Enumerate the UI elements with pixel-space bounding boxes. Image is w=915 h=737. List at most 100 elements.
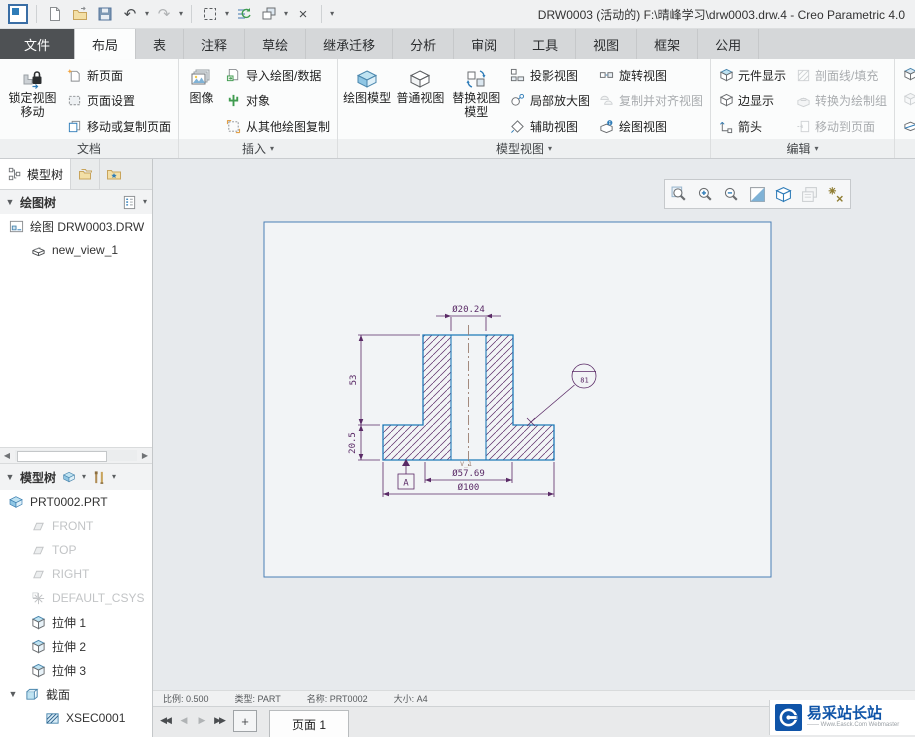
tree-item-xsec0001[interactable]: XSEC0001 — [0, 706, 152, 730]
tab-layout[interactable]: 布局 — [75, 29, 137, 59]
regenerate-button[interactable] — [234, 4, 254, 24]
tab-favorites[interactable] — [100, 159, 128, 189]
tab-tools[interactable]: 工具 — [515, 29, 577, 59]
svg-text:81: 81 — [580, 377, 588, 385]
tab-model-tree[interactable]: 模型树 — [0, 159, 72, 189]
tree-item-top-plane[interactable]: TOP — [0, 538, 152, 562]
collapse-icon[interactable]: ▼ — [8, 689, 18, 699]
previous-page-button[interactable]: ◀ — [175, 710, 191, 730]
group-label-insert[interactable]: 插入 ▾ — [179, 139, 337, 158]
lock-view-move-button[interactable]: 锁定视图 移动 — [4, 62, 61, 139]
drawing-tree-hscrollbar[interactable]: ◀ ▶ — [0, 447, 152, 464]
close-window-button[interactable]: × — [293, 4, 313, 24]
work-area: Ø20.24 53 20.5 A Ø57.69 Ø100 81 V_1 比例: … — [153, 159, 915, 737]
redo-dropdown-icon[interactable]: ▾ — [179, 10, 183, 18]
auxiliary-view-button[interactable]: 辅助视图 — [507, 114, 593, 138]
partial-button-1[interactable] — [899, 62, 915, 86]
hatch-fill-button: 剖面线/填充 — [792, 63, 890, 87]
scroll-left-icon[interactable]: ◀ — [0, 451, 14, 460]
drawing-view-icon — [599, 118, 615, 134]
cube-icon — [902, 91, 915, 107]
tree-item-part[interactable]: PRT0002.PRT — [0, 490, 152, 514]
tree-item-extrude-1[interactable]: 拉伸 1 — [0, 610, 152, 634]
tab-legacy-migration[interactable]: 继承迁移 — [306, 29, 394, 59]
tree-settings-icon[interactable] — [122, 194, 138, 210]
revolve-view-icon — [599, 67, 615, 83]
tab-review[interactable]: 审阅 — [454, 29, 516, 59]
section-icon — [24, 686, 40, 702]
tab-frame[interactable]: 框架 — [637, 29, 699, 59]
tree-item-right-plane[interactable]: RIGHT — [0, 562, 152, 586]
tree-item-drawing-root[interactable]: 绘图 DRW0003.DRW — [0, 214, 152, 238]
collapse-icon[interactable]: ▼ — [5, 472, 15, 482]
import-drawing-icon — [226, 67, 242, 83]
replace-view-model-button[interactable]: 替换视图 模型 — [449, 62, 504, 139]
collapse-icon[interactable]: ▼ — [5, 197, 15, 207]
partial-button-3[interactable] — [899, 112, 915, 136]
status-scale: 比例: 0.500 — [163, 694, 209, 704]
save-button[interactable] — [95, 4, 115, 24]
scroll-right-icon[interactable]: ▶ — [138, 451, 152, 460]
revolve-view-button[interactable]: 旋转视图 — [596, 63, 706, 87]
tab-analysis[interactable]: 分析 — [393, 29, 455, 59]
group-label-model-views[interactable]: 模型视图 ▾ — [338, 139, 710, 158]
drawing-view-button[interactable]: 绘图视图 — [596, 114, 706, 138]
move-or-copy-page-button[interactable]: 移动或复制页面 — [64, 114, 174, 138]
tree-tools-dropdown-icon[interactable]: ▾ — [112, 473, 116, 481]
edge-display-button[interactable]: 边显示 — [715, 89, 789, 113]
drawing-sheet-icon — [8, 218, 24, 234]
arrows-button[interactable]: 箭头 — [715, 114, 789, 138]
page-setup-button[interactable]: 页面设置 — [64, 89, 174, 113]
component-display-icon — [718, 67, 734, 83]
undo-dropdown-icon[interactable]: ▾ — [145, 10, 149, 18]
redo-button[interactable]: ↷ — [154, 4, 174, 24]
import-drawing-data-button[interactable]: 导入绘图/数据 — [223, 63, 333, 87]
component-display-button[interactable]: 元件显示 — [715, 63, 789, 87]
window-cascade-button[interactable] — [259, 4, 279, 24]
tab-view[interactable]: 视图 — [576, 29, 638, 59]
last-page-button[interactable]: ▶▶ — [211, 710, 227, 730]
open-file-button[interactable] — [70, 4, 90, 24]
graphics-canvas[interactable]: Ø20.24 53 20.5 A Ø57.69 Ø100 81 V_1 — [153, 159, 915, 690]
general-view-button[interactable]: 普通视图 — [395, 62, 445, 139]
object-button[interactable]: 对象 — [223, 89, 333, 113]
tree-item-new-view-1[interactable]: new_view_1 — [0, 238, 152, 262]
tree-item-extrude-2[interactable]: 拉伸 2 — [0, 634, 152, 658]
selection-filter-button[interactable] — [200, 4, 220, 24]
part-filter-dropdown-icon[interactable]: ▾ — [82, 473, 86, 481]
tree-item-extrude-3[interactable]: 拉伸 3 — [0, 658, 152, 682]
tab-common[interactable]: 公用 — [698, 29, 760, 59]
tab-sketch[interactable]: 草绘 — [245, 29, 307, 59]
tree-item-front-plane[interactable]: FRONT — [0, 514, 152, 538]
image-button[interactable]: 图像 — [183, 62, 220, 139]
page-tab-1[interactable]: 页面 1 — [269, 710, 350, 737]
drawing-sheet[interactable]: Ø20.24 53 20.5 A Ø57.69 Ø100 81 V_1 — [153, 159, 915, 690]
customize-toolbar-icon[interactable]: ▾ — [330, 10, 334, 18]
copy-from-other-drawing-button[interactable]: 从其他绘图复制 — [223, 114, 333, 138]
tree-settings-dropdown-icon[interactable]: ▾ — [143, 198, 147, 206]
window-dropdown-icon[interactable]: ▾ — [284, 10, 288, 18]
view-label[interactable]: V_1 — [460, 460, 472, 468]
projection-view-button[interactable]: 投影视图 — [507, 63, 593, 87]
add-page-button[interactable]: + — [233, 710, 257, 732]
group-label-edit[interactable]: 编辑 ▾ — [711, 139, 895, 158]
next-page-button[interactable]: ▶ — [193, 710, 209, 730]
watermark-logo-icon — [775, 704, 802, 731]
tab-table[interactable]: 表 — [136, 29, 185, 59]
tree-item-section[interactable]: ▼ 截面 — [0, 682, 152, 706]
scroll-thumb[interactable] — [17, 451, 107, 462]
first-page-button[interactable]: ◀◀ — [157, 710, 173, 730]
extrude-icon — [30, 638, 46, 654]
tab-file[interactable]: 文件 — [0, 29, 76, 59]
new-page-button[interactable]: 新页面 — [64, 63, 174, 87]
undo-button[interactable]: ↶ — [120, 4, 140, 24]
new-file-button[interactable] — [45, 4, 65, 24]
drawing-models-button[interactable]: 绘图模型 — [342, 62, 392, 139]
tree-tools-icon[interactable] — [91, 469, 107, 485]
tree-item-default-csys[interactable]: DEFAULT_CSYS — [0, 586, 152, 610]
part-filter-icon[interactable] — [61, 469, 77, 485]
detail-view-button[interactable]: 局部放大图 — [507, 89, 593, 113]
tab-folder-browser[interactable] — [71, 159, 101, 189]
tab-annotate[interactable]: 注释 — [184, 29, 246, 59]
selection-filter-dropdown-icon[interactable]: ▾ — [225, 10, 229, 18]
